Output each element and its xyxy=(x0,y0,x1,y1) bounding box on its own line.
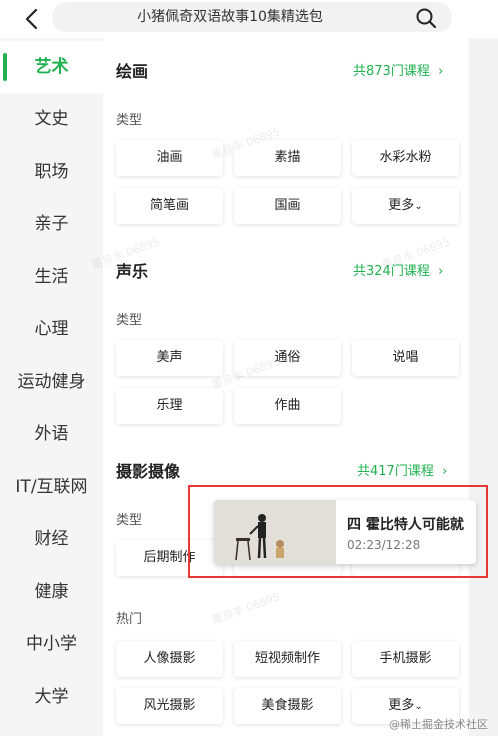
section-title-photography: 摄影摄像 xyxy=(116,462,181,481)
sidebar-item-parenting[interactable]: 亲子 xyxy=(0,198,103,250)
sidebar-item-it[interactable]: IT/互联网 xyxy=(0,461,103,513)
section-title-painting: 绘画 xyxy=(116,62,149,81)
sidebar-item-career[interactable]: 职场 xyxy=(0,146,103,198)
sidebar-item-history[interactable]: 文史 xyxy=(0,93,103,145)
video-title: 四 霍比特人可能就 xyxy=(347,517,464,533)
chevron-right-icon: › xyxy=(433,64,444,79)
sidebar-item-label: 职场 xyxy=(34,162,69,182)
sidebar-item-label: 中小学 xyxy=(26,634,77,654)
sidebar-item-label: 亲子 xyxy=(34,214,69,234)
chip-short-video[interactable]: 短视频制作 xyxy=(234,641,341,677)
sidebar-item-health[interactable]: 健康 xyxy=(0,566,103,618)
sidebar-item-label: IT/互联网 xyxy=(15,477,88,497)
chip-portrait[interactable]: 人像摄影 xyxy=(116,641,223,677)
chip-pop[interactable]: 通俗 xyxy=(234,340,341,376)
chevron-down-icon: ⌄ xyxy=(414,701,423,712)
chevron-down-icon: ⌄ xyxy=(414,201,423,212)
back-button[interactable] xyxy=(18,6,44,32)
chip-bel-canto[interactable]: 美声 xyxy=(116,340,223,376)
search-bar[interactable]: 小猪佩奇双语故事10集精选包 xyxy=(52,2,452,32)
chip-sketch[interactable]: 素描 xyxy=(234,140,341,176)
chip-label: 更多 xyxy=(388,198,415,213)
photo-type-label: 类型 xyxy=(116,513,143,528)
floating-video-player[interactable]: 四 霍比特人可能就 02:23/12:28 xyxy=(214,500,476,564)
vocal-type-label: 类型 xyxy=(116,313,143,328)
category-sidebar: 艺术 文史 职场 亲子 生活 心理 运动健身 外语 IT/互联网 财经 健康 中… xyxy=(0,38,103,736)
photo-course-count-link[interactable]: 共417门课程 › xyxy=(357,460,447,479)
chip-composition[interactable]: 作曲 xyxy=(234,388,341,424)
painting-type-label: 类型 xyxy=(116,113,143,128)
floating-player-highlight: 四 霍比特人可能就 02:23/12:28 xyxy=(188,485,488,578)
sidebar-item-label: 财经 xyxy=(34,529,69,549)
chip-label: 更多 xyxy=(388,698,415,713)
chip-food-photo[interactable]: 美食摄影 xyxy=(234,688,341,724)
sidebar-item-psychology[interactable]: 心理 xyxy=(0,303,103,355)
link-label: 共873门课程 xyxy=(353,64,430,79)
sidebar-item-university[interactable]: 大学 xyxy=(0,671,103,723)
vocal-course-count-link[interactable]: 共324门课程 › xyxy=(353,260,443,279)
sidebar-item-k12[interactable]: 中小学 xyxy=(0,618,103,670)
chip-music-theory[interactable]: 乐理 xyxy=(116,388,223,424)
chip-more-painting[interactable]: 更多⌄ xyxy=(352,188,459,224)
sidebar-item-finance[interactable]: 财经 xyxy=(0,513,103,565)
chevron-right-icon: › xyxy=(437,464,448,479)
section-title-vocal: 声乐 xyxy=(116,262,149,281)
link-label: 共417门课程 xyxy=(357,464,434,479)
chip-landscape[interactable]: 风光摄影 xyxy=(116,688,223,724)
chip-rap[interactable]: 说唱 xyxy=(352,340,459,376)
sidebar-item-label: 心理 xyxy=(34,319,69,339)
sidebar-item-label: 生活 xyxy=(34,267,69,287)
sidebar-item-language[interactable]: 外语 xyxy=(0,408,103,460)
sidebar-item-label: 健康 xyxy=(34,582,69,602)
chevron-right-icon: › xyxy=(433,264,444,279)
sidebar-item-label: 大学 xyxy=(34,687,69,707)
chip-chinese-painting[interactable]: 国画 xyxy=(234,188,341,224)
top-bar: 小猪佩奇双语故事10集精选包 xyxy=(0,0,498,38)
search-query: 小猪佩奇双语故事10集精选包 xyxy=(137,9,323,25)
link-label: 共324门课程 xyxy=(353,264,430,279)
painting-course-count-link[interactable]: 共873门课程 › xyxy=(353,60,443,79)
video-thumbnail xyxy=(214,500,336,564)
active-indicator xyxy=(3,53,7,81)
sidebar-item-label: 运动健身 xyxy=(17,372,86,392)
chip-simple-drawing[interactable]: 简笔画 xyxy=(116,188,223,224)
sidebar-item-label: 文史 xyxy=(34,109,69,129)
chevron-left-icon xyxy=(25,8,38,30)
sidebar-item-fitness[interactable]: 运动健身 xyxy=(0,356,103,408)
sidebar-item-life[interactable]: 生活 xyxy=(0,251,103,303)
chip-watercolor[interactable]: 水彩水粉 xyxy=(352,140,459,176)
chip-oil-painting[interactable]: 油画 xyxy=(116,140,223,176)
video-thumbnail-image xyxy=(214,500,336,564)
category-content: 绘画 共873门课程 › 类型 油画 素描 水彩水粉 简笔画 国画 更多⌄ 声乐… xyxy=(103,38,498,736)
photo-hot-label: 热门 xyxy=(116,612,143,627)
sidebar-item-art[interactable]: 艺术 xyxy=(0,41,103,93)
chip-mobile-photo[interactable]: 手机摄影 xyxy=(352,641,459,677)
sidebar-item-label: 艺术 xyxy=(34,57,69,77)
search-icon[interactable] xyxy=(414,6,438,30)
video-progress-time: 02:23/12:28 xyxy=(347,538,421,552)
sidebar-item-label: 外语 xyxy=(34,424,69,444)
footer-watermark: @稀土掘金技术社区 xyxy=(389,718,488,731)
